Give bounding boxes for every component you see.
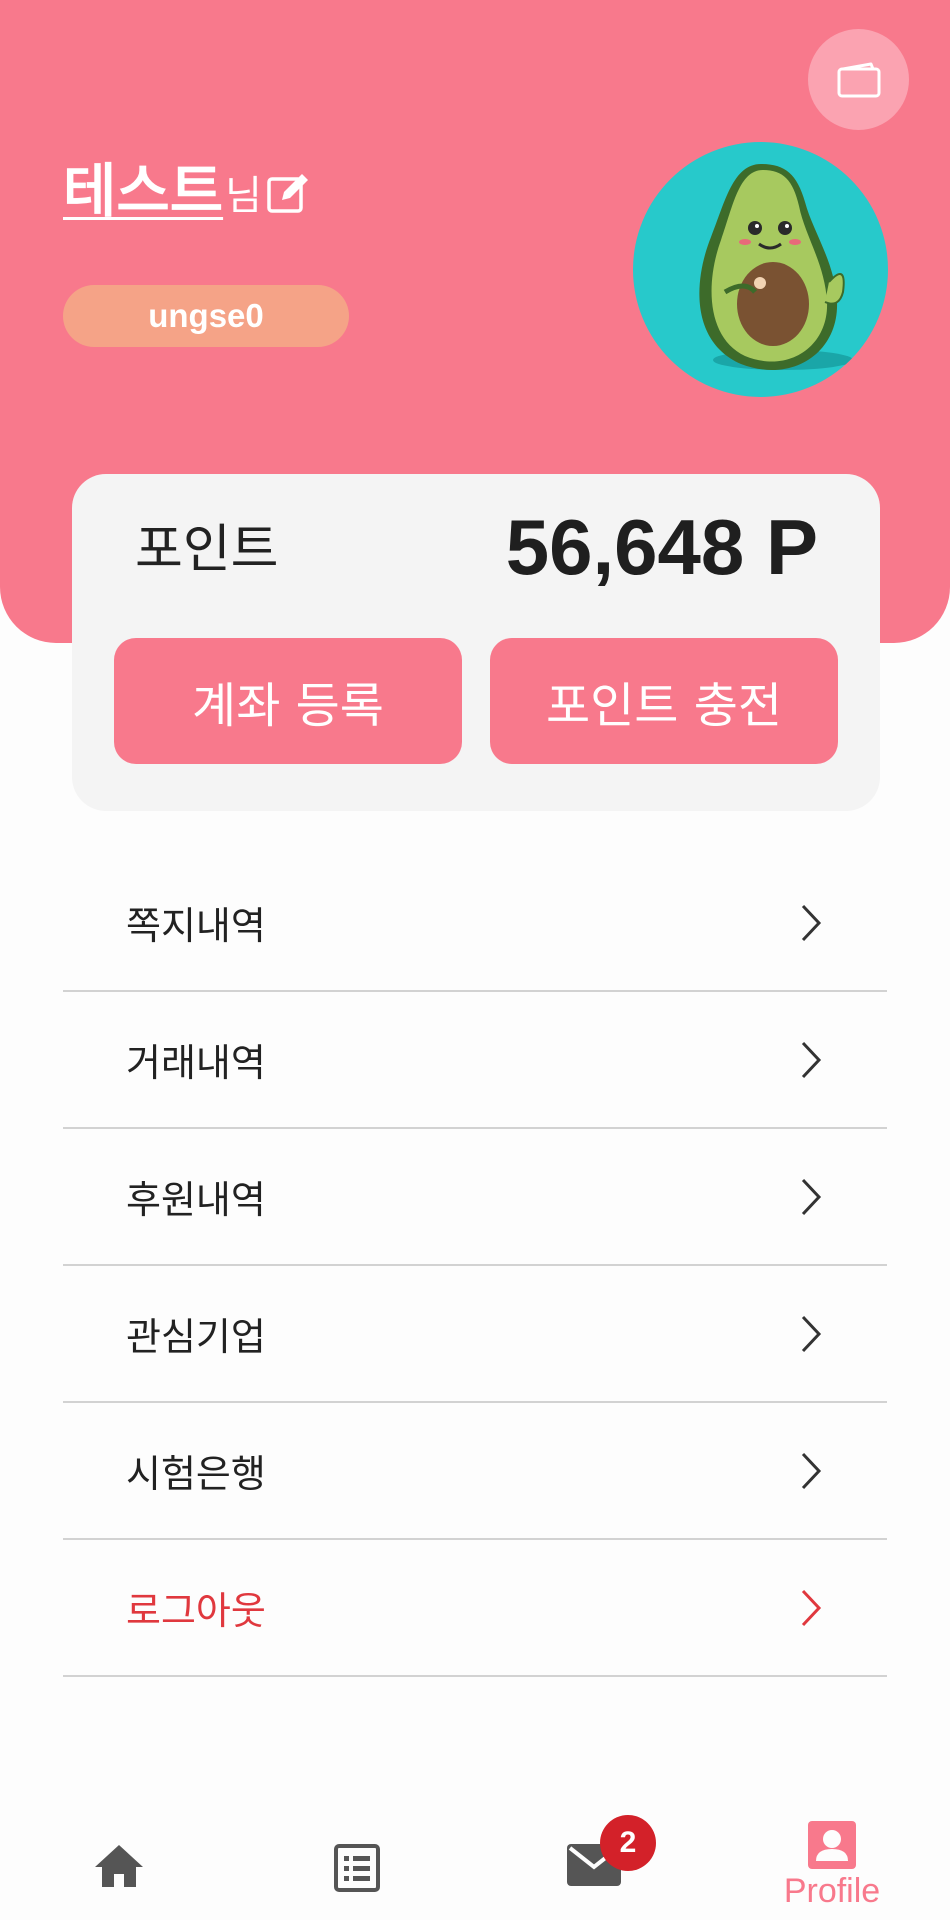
point-label: 포인트: [135, 520, 279, 580]
tab-label: Profile: [783, 1872, 881, 1910]
wallet-icon: [837, 62, 880, 97]
menu-item-sponsorships[interactable]: 후원내역: [63, 1129, 887, 1266]
menu-item-logout[interactable]: 로그아웃: [63, 1540, 887, 1677]
menu-list: 쪽지내역 거래내역 후원내역 관심기업 시험은행 로그아웃: [63, 855, 887, 1677]
tab-list[interactable]: [287, 1805, 427, 1920]
home-icon: [95, 1845, 143, 1887]
username-row: 테스트 님: [63, 158, 312, 224]
username[interactable]: 테스트: [63, 158, 223, 224]
menu-item-messages[interactable]: 쪽지내역: [63, 855, 887, 992]
honorific: 님: [225, 173, 262, 219]
menu-item-label: 쪽지내역: [126, 904, 266, 948]
notification-badge: 2: [600, 1815, 656, 1871]
wallet-button[interactable]: [808, 29, 909, 130]
bottom-tab-bar: 2 Profile: [0, 1805, 950, 1920]
menu-item-favorite-companies[interactable]: 관심기업: [63, 1266, 887, 1403]
chevron-right-icon: [801, 1589, 822, 1626]
chevron-right-icon: [801, 1315, 822, 1352]
menu-item-label: 후원내역: [126, 1178, 266, 1222]
menu-item-transactions[interactable]: 거래내역: [63, 992, 887, 1129]
tab-messages[interactable]: 2: [524, 1805, 664, 1920]
chevron-right-icon: [801, 904, 822, 941]
register-account-button[interactable]: 계좌 등록: [114, 638, 462, 764]
menu-item-label: 로그아웃: [126, 1589, 266, 1633]
avatar[interactable]: [633, 142, 888, 397]
profile-icon: [808, 1821, 856, 1869]
chevron-right-icon: [801, 1452, 822, 1489]
avocado-avatar-icon: [699, 164, 853, 371]
menu-item-test-bank[interactable]: 시험은행: [63, 1403, 887, 1540]
edit-icon[interactable]: [266, 170, 312, 216]
charge-points-button[interactable]: 포인트 충전: [490, 638, 838, 764]
chevron-right-icon: [801, 1178, 822, 1215]
menu-item-label: 관심기업: [126, 1315, 266, 1359]
menu-item-label: 거래내역: [126, 1041, 266, 1085]
point-value: 56,648 P: [505, 503, 818, 591]
user-id-badge: ungse0: [63, 285, 349, 347]
menu-item-label: 시험은행: [126, 1452, 266, 1496]
chevron-right-icon: [801, 1041, 822, 1078]
tab-home[interactable]: [49, 1805, 189, 1920]
list-icon: [334, 1844, 380, 1892]
point-card: 포인트 56,648 P 계좌 등록 포인트 충전: [72, 474, 880, 811]
tab-profile[interactable]: Profile: [762, 1805, 902, 1920]
